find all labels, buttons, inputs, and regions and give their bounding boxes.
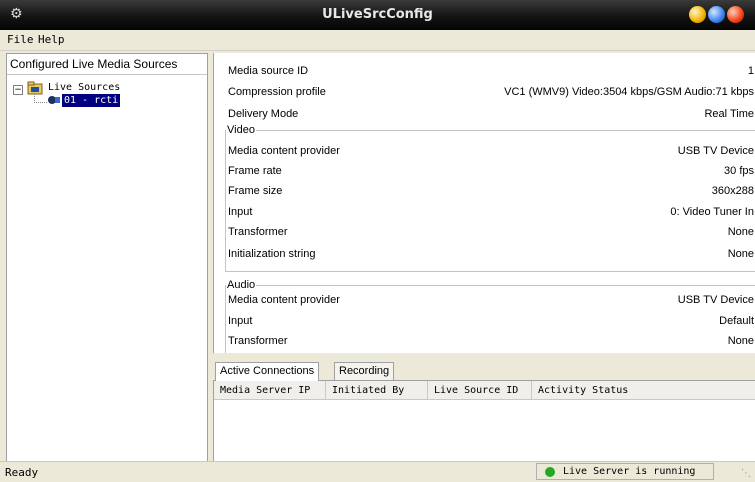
status-bar: Ready Live Server is running ⋱	[0, 461, 755, 482]
menu-file[interactable]: File	[7, 33, 34, 46]
video-provider-label: Media content provider	[228, 145, 340, 157]
video-input-value: 0: Video Tuner In	[670, 206, 754, 218]
init-string-value: None	[727, 248, 754, 260]
column-header-live-source-id[interactable]: Live Source ID	[428, 381, 532, 400]
init-string-row: Initialization string None	[228, 246, 754, 262]
connections-list[interactable]: Media Server IP Initiated By Live Source…	[213, 380, 755, 462]
sources-tree-panel: Configured Live Media Sources − Live Sou…	[6, 53, 208, 463]
frame-size-row: Frame size 360x288	[228, 183, 754, 199]
audio-input-value: Default	[719, 315, 754, 327]
video-provider-row: Media content provider USB TV Device	[228, 143, 754, 159]
video-transformer-value: None	[727, 226, 754, 238]
resize-grip-icon[interactable]: ⋱	[741, 468, 753, 480]
collapse-toggle-icon[interactable]: −	[13, 85, 23, 95]
media-source-id-value: 1	[747, 65, 754, 77]
frame-size-value: 360x288	[711, 185, 754, 197]
tree-header: Configured Live Media Sources	[7, 54, 207, 75]
video-transformer-label: Transformer	[228, 226, 288, 238]
video-input-row: Input 0: Video Tuner In	[228, 204, 754, 220]
compression-profile-label: Compression profile	[228, 86, 326, 98]
delivery-mode-value: Real Time	[704, 108, 754, 120]
column-header-initiated-by[interactable]: Initiated By	[326, 381, 428, 400]
delivery-mode-row: Delivery Mode Real Time	[228, 106, 754, 122]
compression-profile-value: VC1 (WMV9) Video:3504 kbps/GSM Audio:71 …	[504, 86, 754, 98]
tree-item-01-rcti[interactable]: 01 - rcti	[62, 94, 121, 107]
tab-recording[interactable]: Recording	[334, 362, 395, 380]
delivery-mode-label: Delivery Mode	[228, 108, 299, 120]
menu-help[interactable]: Help	[38, 33, 65, 46]
camera-icon	[48, 96, 60, 104]
media-source-id-label: Media source ID	[228, 65, 309, 77]
server-status-text: Live Server is running	[563, 466, 696, 477]
live-sources-folder-icon	[27, 81, 43, 95]
audio-provider-value: USB TV Device	[677, 294, 754, 306]
column-header-activity-status[interactable]: Activity Status	[532, 381, 755, 400]
window-title: ULiveSrcConfig	[322, 7, 433, 22]
video-group-title: Video	[226, 123, 256, 137]
audio-input-row: Input Default	[228, 313, 754, 329]
minimize-button[interactable]	[689, 6, 706, 23]
column-header-media-server-ip[interactable]: Media Server IP	[214, 381, 326, 400]
frame-rate-label: Frame rate	[228, 165, 282, 177]
title-bar[interactable]: ⚙ ULiveSrcConfig	[0, 0, 755, 30]
audio-transformer-row: Transformer None	[228, 333, 754, 349]
compression-profile-row: Compression profile VC1 (WMV9) Video:350…	[228, 84, 754, 100]
frame-size-label: Frame size	[228, 185, 283, 197]
tree-connector	[34, 94, 47, 103]
frame-rate-value: 30 fps	[724, 165, 754, 177]
video-input-label: Input	[228, 206, 253, 218]
audio-provider-row: Media content provider USB TV Device	[228, 292, 754, 308]
server-running-indicator-icon	[545, 467, 555, 477]
audio-input-label: Input	[228, 315, 253, 327]
maximize-button[interactable]	[708, 6, 725, 23]
server-status-panel: Live Server is running	[536, 463, 714, 480]
audio-provider-label: Media content provider	[228, 294, 340, 306]
tree-item-live-sources[interactable]: Live Sources	[48, 82, 120, 93]
close-button[interactable]	[727, 6, 744, 23]
source-details-panel: Media source ID 1 Compression profile VC…	[213, 53, 755, 353]
audio-transformer-value: None	[727, 335, 754, 347]
tab-active-connections[interactable]: Active Connections	[215, 362, 320, 381]
video-transformer-row: Transformer None	[228, 224, 754, 240]
status-text: Ready	[5, 466, 39, 479]
connections-tabbar: Active Connections Recording	[213, 362, 755, 381]
media-source-id-row: Media source ID 1	[228, 63, 754, 79]
audio-group-title: Audio	[226, 278, 257, 292]
audio-transformer-label: Transformer	[228, 335, 288, 347]
menu-bar: File Help	[0, 30, 755, 51]
video-provider-value: USB TV Device	[677, 145, 754, 157]
frame-rate-row: Frame rate 30 fps	[228, 163, 754, 179]
init-string-label: Initialization string	[228, 248, 316, 260]
